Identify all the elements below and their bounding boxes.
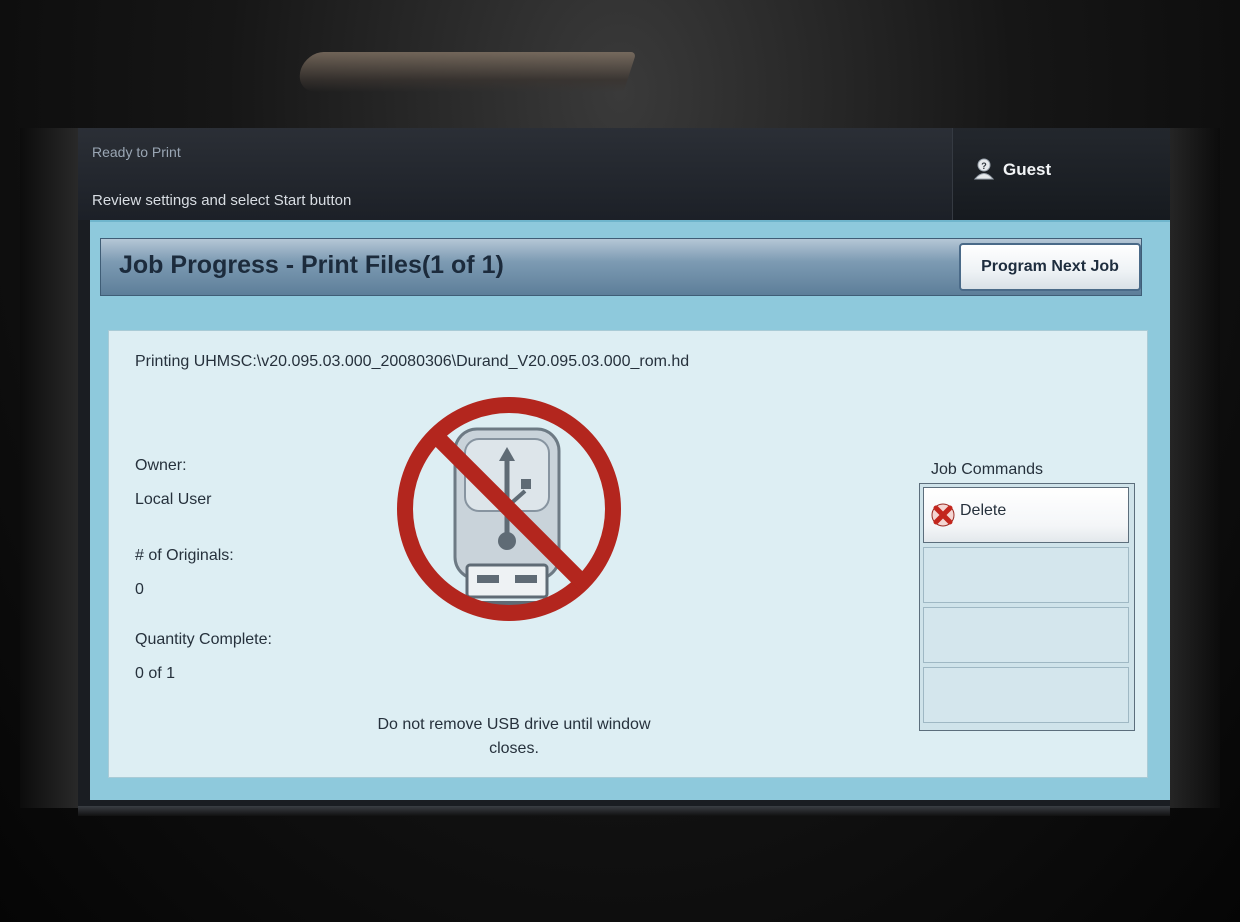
usb-warning-message: Do not remove USB drive until window clo… xyxy=(377,716,651,757)
program-next-job-button[interactable]: Program Next Job xyxy=(959,243,1141,291)
job-progress-window: Job Progress - Print Files(1 of 1) Progr… xyxy=(90,220,1170,800)
job-commands-label: Job Commands xyxy=(931,461,1044,478)
job-window-header: Job Progress - Print Files(1 of 1) Progr… xyxy=(100,238,1142,296)
delete-job-button[interactable]: Delete xyxy=(923,487,1129,543)
delete-label: Delete xyxy=(960,502,1007,519)
empty-command-slot xyxy=(923,607,1129,663)
machine-status: Ready to Print xyxy=(92,144,181,160)
empty-command-slot xyxy=(923,667,1129,723)
originals-label: # of Originals: xyxy=(135,547,234,564)
quantity-complete-label: Quantity Complete: xyxy=(135,631,272,648)
status-bar: Ready to Print Review settings and selec… xyxy=(78,128,1170,220)
device-photo: Ready to Print Review settings and selec… xyxy=(0,0,1240,922)
user-login-button[interactable]: ? Guest xyxy=(952,128,1170,220)
bezel-left xyxy=(20,128,80,808)
touch-screen: Ready to Print Review settings and selec… xyxy=(78,128,1170,806)
status-instructions: Review settings and select Start button xyxy=(92,192,352,209)
owner-value: Local User xyxy=(135,491,212,508)
user-name: Guest xyxy=(1003,160,1052,179)
owner-label: Owner: xyxy=(135,457,187,474)
printing-file-path: Printing UHMSC:\v20.095.03.000_20080306\… xyxy=(135,353,690,370)
job-commands-list: Delete xyxy=(919,483,1135,731)
user-help-icon: ? xyxy=(973,158,995,180)
red-x-icon xyxy=(931,503,955,527)
bezel-glare xyxy=(293,52,637,92)
empty-command-slot xyxy=(923,547,1129,603)
svg-text:?: ? xyxy=(981,161,987,171)
quantity-complete-value: 0 of 1 xyxy=(135,665,176,682)
job-details-panel: Printing UHMSC:\v20.095.03.000_20080306\… xyxy=(108,330,1148,778)
job-window-title: Job Progress - Print Files(1 of 1) xyxy=(119,251,504,279)
originals-value: 0 xyxy=(135,581,144,598)
bezel-bottom-edge xyxy=(78,806,1170,816)
no-usb-removal-icon xyxy=(397,397,621,621)
